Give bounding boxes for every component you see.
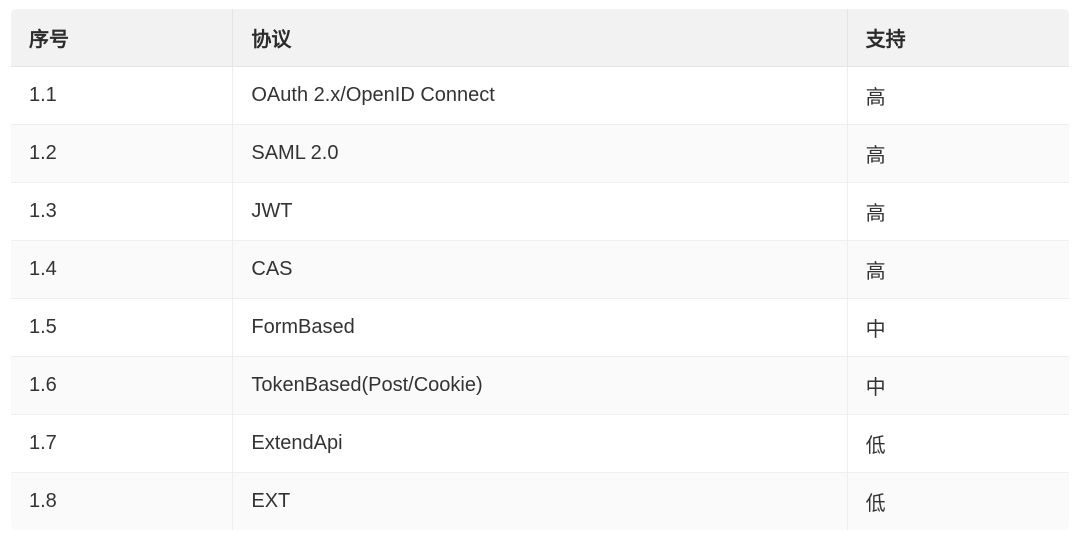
header-protocol: 协议: [233, 9, 847, 67]
cell-protocol: EXT: [233, 473, 847, 531]
cell-seq: 1.5: [11, 299, 233, 357]
cell-protocol: TokenBased(Post/Cookie): [233, 357, 847, 415]
cell-protocol: CAS: [233, 241, 847, 299]
table-body: 1.1 OAuth 2.x/OpenID Connect 高 1.2 SAML …: [11, 67, 1070, 531]
cell-protocol: SAML 2.0: [233, 125, 847, 183]
cell-support: 低: [847, 415, 1069, 473]
cell-support: 低: [847, 473, 1069, 531]
cell-protocol: JWT: [233, 183, 847, 241]
cell-seq: 1.4: [11, 241, 233, 299]
cell-protocol: ExtendApi: [233, 415, 847, 473]
cell-support: 高: [847, 67, 1069, 125]
table-row: 1.1 OAuth 2.x/OpenID Connect 高: [11, 67, 1070, 125]
protocol-support-table: 序号 协议 支持 1.1 OAuth 2.x/OpenID Connect 高 …: [10, 8, 1070, 531]
table-row: 1.8 EXT 低: [11, 473, 1070, 531]
cell-support: 中: [847, 357, 1069, 415]
header-seq: 序号: [11, 9, 233, 67]
table-row: 1.6 TokenBased(Post/Cookie) 中: [11, 357, 1070, 415]
cell-seq: 1.7: [11, 415, 233, 473]
table-row: 1.7 ExtendApi 低: [11, 415, 1070, 473]
cell-seq: 1.6: [11, 357, 233, 415]
cell-seq: 1.2: [11, 125, 233, 183]
cell-seq: 1.3: [11, 183, 233, 241]
cell-support: 高: [847, 241, 1069, 299]
cell-protocol: FormBased: [233, 299, 847, 357]
table-header-row: 序号 协议 支持: [11, 9, 1070, 67]
cell-support: 高: [847, 183, 1069, 241]
table-row: 1.4 CAS 高: [11, 241, 1070, 299]
cell-protocol: OAuth 2.x/OpenID Connect: [233, 67, 847, 125]
cell-seq: 1.8: [11, 473, 233, 531]
table-row: 1.3 JWT 高: [11, 183, 1070, 241]
cell-support: 中: [847, 299, 1069, 357]
header-support: 支持: [847, 9, 1069, 67]
cell-seq: 1.1: [11, 67, 233, 125]
table-row: 1.2 SAML 2.0 高: [11, 125, 1070, 183]
table-row: 1.5 FormBased 中: [11, 299, 1070, 357]
cell-support: 高: [847, 125, 1069, 183]
